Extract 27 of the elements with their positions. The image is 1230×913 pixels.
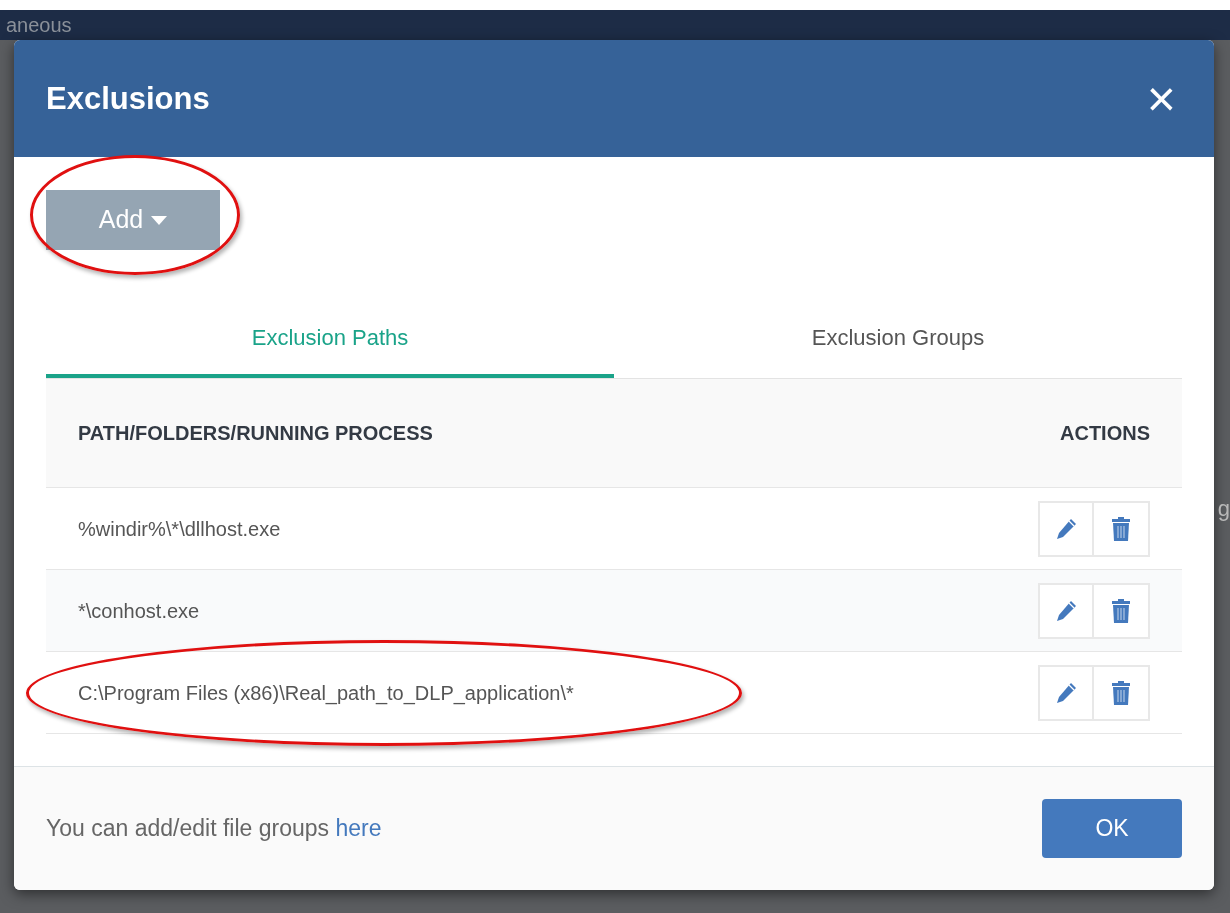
column-header: ACTIONS bbox=[1060, 421, 1150, 446]
close-button[interactable]: × bbox=[1140, 73, 1182, 124]
pencil-icon bbox=[1054, 516, 1078, 541]
pencil-icon bbox=[1054, 598, 1078, 623]
trash-icon bbox=[1111, 516, 1131, 541]
ok-button[interactable]: OK bbox=[1042, 799, 1182, 858]
delete-button[interactable] bbox=[1094, 500, 1150, 557]
footer-note: You can add/edit file groups here bbox=[46, 814, 382, 844]
add-dropdown-button[interactable]: Add bbox=[46, 190, 220, 250]
column-header: PATH/FOLDERS/RUNNING PROCESS bbox=[78, 421, 433, 446]
background-text: g bbox=[1217, 495, 1230, 523]
tab[interactable]: Exclusion Groups bbox=[614, 300, 1182, 378]
path-cell-text: C:\Program Files (x86)\Real_path_to_DLP_application\* bbox=[78, 680, 574, 707]
pencil-icon bbox=[1054, 680, 1078, 705]
path-cell-text: %windir%\*\dllhost.exe bbox=[78, 516, 281, 542]
delete-button[interactable] bbox=[1094, 582, 1150, 639]
trash-icon bbox=[1111, 680, 1131, 705]
dialog-title: Exclusions bbox=[46, 79, 210, 118]
background-text: aneous bbox=[6, 14, 72, 36]
delete-button[interactable] bbox=[1094, 664, 1150, 721]
path-cell-text: *\conhost.exe bbox=[78, 598, 200, 624]
here-link[interactable]: here bbox=[335, 815, 382, 842]
trash-icon bbox=[1111, 598, 1131, 623]
edit-button[interactable] bbox=[1038, 582, 1094, 639]
edit-button[interactable] bbox=[1038, 664, 1094, 721]
caret-icon bbox=[151, 215, 168, 225]
edit-button[interactable] bbox=[1038, 500, 1094, 557]
